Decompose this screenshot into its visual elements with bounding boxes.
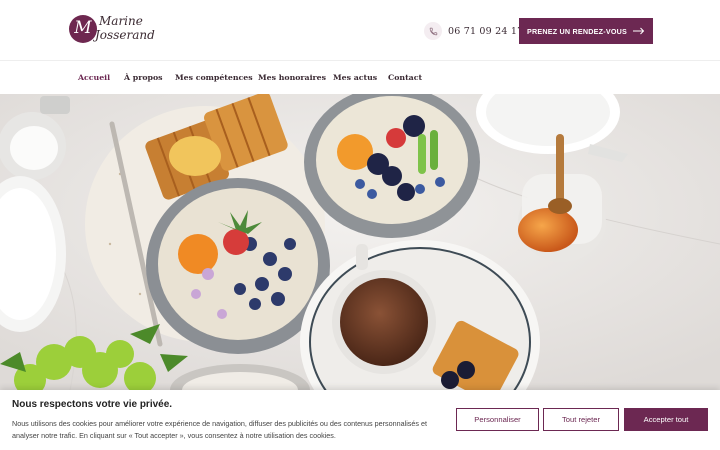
nav-item-a-propos[interactable]: À propos — [124, 73, 163, 82]
nav-item-competences[interactable]: Mes compétences — [175, 73, 253, 82]
nav-item-accueil[interactable]: Accueil — [78, 73, 110, 82]
main-nav: Accueil À propos Mes compétences Mes hon… — [0, 61, 720, 94]
book-appointment-label: PRENEZ UN RENDEZ-VOUS — [526, 26, 628, 36]
nav-item-honoraires[interactable]: Mes honoraires — [258, 73, 326, 82]
nav-item-actus[interactable]: Mes actus — [333, 73, 377, 82]
site-logo[interactable]: M Marine Josserand — [69, 14, 159, 45]
accept-all-cookies-button[interactable]: Accepter tout — [624, 408, 708, 431]
reject-all-cookies-button[interactable]: Tout rejeter — [543, 408, 619, 431]
customize-cookies-button[interactable]: Personnaliser — [456, 408, 539, 431]
cookie-title: Nous respectons votre vie privée. — [12, 399, 173, 410]
breakfast-table-photo — [0, 94, 720, 390]
phone-icon — [424, 22, 442, 40]
logo-name-first: Marine — [99, 14, 143, 28]
phone-number: 06 71 09 24 17 — [448, 25, 524, 37]
header-phone[interactable]: 06 71 09 24 17 — [424, 22, 523, 40]
cookie-banner: Nous respectons votre vie privée. Nous u… — [0, 390, 720, 450]
arrow-right-icon — [633, 27, 645, 35]
site-header: M Marine Josserand 06 71 09 24 17 PRENEZ… — [0, 0, 720, 61]
logo-monogram-letter: M — [74, 18, 92, 38]
cookie-description: Nous utilisons des cookies pour améliore… — [12, 419, 427, 440]
logo-monogram: M — [69, 15, 97, 43]
book-appointment-button[interactable]: PRENEZ UN RENDEZ-VOUS — [519, 18, 653, 44]
logo-wordmark: Marine Josserand — [95, 14, 155, 42]
nav-item-contact[interactable]: Contact — [388, 73, 422, 82]
logo-name-last: Josserand — [95, 28, 155, 42]
hero-image — [0, 94, 720, 390]
